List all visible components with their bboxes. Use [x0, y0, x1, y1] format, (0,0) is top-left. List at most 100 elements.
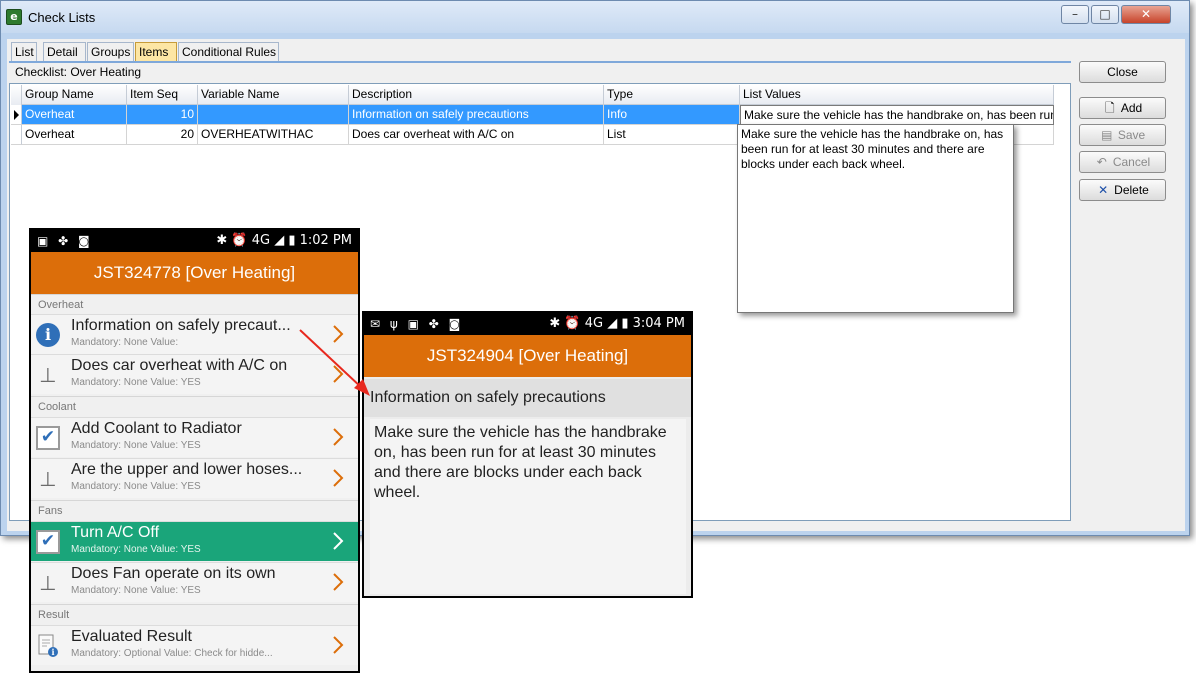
chevron-right-icon — [333, 573, 344, 591]
column-header-item-seq[interactable]: Item Seq — [127, 85, 198, 105]
checklist-label: Checklist: Over Heating — [15, 65, 142, 79]
item-subtitle: Mandatory: None Value: YES — [71, 440, 201, 451]
delete-x-icon: ✕ — [1098, 183, 1109, 197]
chevron-right-icon — [333, 428, 344, 446]
status-notification-icons: ▣ ✤ ◙ — [37, 234, 93, 248]
pin-icon: ⊥ — [39, 363, 57, 387]
cell-list-values-editor[interactable]: Make sure the vehicle has the handbrake … — [740, 105, 1054, 125]
column-header-variable-name[interactable]: Variable Name — [198, 85, 349, 105]
pin-icon: ⊥ — [39, 571, 57, 595]
column-header-description[interactable]: Description — [349, 85, 604, 105]
title-bar[interactable]: e Check Lists – □ ✕ — [1, 1, 1189, 33]
cell-item-seq[interactable]: 20 — [127, 125, 198, 145]
row-selector-header — [11, 85, 22, 105]
app-icon: e — [6, 9, 22, 25]
list-item[interactable]: i Evaluated Result Mandatory: Optional V… — [31, 625, 358, 665]
phone-screen: ✉ ψ ▣ ✤ ◙ ✱ ⏰ 4G ◢ ▮ 3:04 PM JST324904 [… — [364, 313, 691, 596]
column-header-type[interactable]: Type — [604, 85, 740, 105]
cell-group-name[interactable]: Overheat — [22, 125, 127, 145]
section-header-overheat: Overheat — [31, 294, 358, 314]
item-title: Turn A/C Off — [71, 524, 160, 541]
cancel-button[interactable]: ↶ Cancel — [1079, 151, 1166, 173]
list-item[interactable]: ⊥ Does Fan operate on its own Mandatory:… — [31, 562, 358, 602]
info-icon: i — [36, 323, 60, 347]
add-button-label: Add — [1120, 101, 1143, 115]
save-button-label: Save — [1117, 128, 1146, 142]
document-info-icon: i — [38, 634, 58, 657]
list-item[interactable]: ⊥ Are the upper and lower hoses... Manda… — [31, 458, 358, 498]
pin-icon: ⊥ — [39, 467, 57, 491]
cell-group-name[interactable]: Overheat — [22, 105, 127, 125]
item-subtitle: Mandatory: None Value: YES — [71, 481, 201, 492]
item-subtitle: Mandatory: None Value: YES — [71, 585, 201, 596]
app-title-bar: JST324778 [Over Heating] — [31, 252, 358, 294]
save-button[interactable]: ▤ Save — [1079, 124, 1166, 146]
item-heading: Information on safely precautions — [364, 379, 691, 417]
list-item[interactable]: ✔ Turn A/C Off Mandatory: None Value: YE… — [31, 521, 358, 561]
cell-variable-name[interactable] — [198, 105, 349, 125]
checkbox-icon: ✔ — [36, 426, 60, 450]
cell-type[interactable]: List — [604, 125, 740, 145]
status-notification-icons: ✉ ψ ▣ ✤ ◙ — [370, 317, 464, 331]
new-document-icon: 🗋 — [1104, 101, 1115, 115]
column-header-group-name[interactable]: Group Name — [22, 85, 127, 105]
add-button[interactable]: 🗋 Add — [1079, 97, 1166, 119]
close-window-button[interactable]: ✕ — [1121, 5, 1171, 24]
delete-button-label: Delete — [1114, 183, 1149, 197]
item-info-text: Make sure the vehicle has the handbrake … — [370, 419, 686, 594]
chevron-right-icon — [333, 325, 344, 343]
column-header-list-values[interactable]: List Values — [740, 85, 1054, 105]
section-header-fans: Fans — [31, 500, 358, 520]
close-button-label: Close — [1107, 65, 1138, 79]
phone-screen: ▣ ✤ ◙ ✱ ⏰ 4G ◢ ▮ 1:02 PM JST324778 [Over… — [31, 230, 358, 671]
tab-groups[interactable]: Groups — [87, 42, 134, 62]
app-title-bar: JST324904 [Over Heating] — [364, 335, 691, 377]
list-item[interactable]: i Information on safely precaut... Manda… — [31, 314, 358, 354]
cell-item-seq[interactable]: 10 — [127, 105, 198, 125]
floppy-disk-icon: ▤ — [1101, 128, 1113, 142]
tab-conditional-rules[interactable]: Conditional Rules — [178, 42, 279, 62]
item-title: Information on safely precaut... — [71, 317, 291, 334]
chevron-right-icon — [333, 469, 344, 487]
cell-type[interactable]: Info — [604, 105, 740, 125]
chevron-right-icon — [333, 532, 344, 550]
list-item[interactable]: ⊥ Does car overheat with A/C on Mandator… — [31, 354, 358, 394]
close-button[interactable]: Close — [1079, 61, 1166, 83]
cell-variable-name[interactable]: OVERHEATWITHAC — [198, 125, 349, 145]
list-values-popup[interactable]: Make sure the vehicle has the handbrake … — [737, 124, 1014, 313]
window-title: Check Lists — [28, 10, 96, 25]
status-bar: ✉ ψ ▣ ✤ ◙ ✱ ⏰ 4G ◢ ▮ 3:04 PM — [364, 313, 691, 335]
chevron-right-icon — [333, 365, 344, 383]
cell-description[interactable]: Does car overheat with A/C on — [349, 125, 604, 145]
item-subtitle: Mandatory: None Value: YES — [71, 377, 201, 388]
table-row[interactable]: Overheat 10 Information on safely precau… — [11, 105, 1054, 125]
tab-divider — [9, 61, 1071, 63]
list-item[interactable]: ✔ Add Coolant to Radiator Mandatory: Non… — [31, 417, 358, 457]
item-title: Add Coolant to Radiator — [71, 420, 242, 437]
delete-button[interactable]: ✕ Delete — [1079, 179, 1166, 201]
tab-items[interactable]: Items — [135, 42, 177, 62]
row-pointer-cell — [11, 125, 22, 145]
minimize-button[interactable]: – — [1061, 5, 1089, 24]
tab-detail[interactable]: Detail — [43, 42, 86, 62]
item-subtitle: Mandatory: None Value: YES — [71, 544, 201, 555]
chevron-right-icon — [333, 636, 344, 654]
tab-list[interactable]: List — [11, 42, 37, 62]
cell-description[interactable]: Information on safely precautions — [349, 105, 604, 125]
item-title: Does car overheat with A/C on — [71, 357, 288, 374]
checkbox-icon: ✔ — [36, 530, 60, 554]
status-bar: ▣ ✤ ◙ ✱ ⏰ 4G ◢ ▮ 1:02 PM — [31, 230, 358, 252]
section-header-result: Result — [31, 604, 358, 624]
item-title: Does Fan operate on its own — [71, 565, 276, 582]
item-subtitle: Mandatory: None Value: — [71, 337, 179, 348]
current-row-arrow-icon — [14, 110, 19, 120]
svg-text:i: i — [51, 647, 54, 657]
cancel-button-label: Cancel — [1112, 155, 1151, 169]
status-clock: ✱ ⏰ 4G ◢ ▮ 1:02 PM — [216, 233, 352, 248]
maximize-button[interactable]: □ — [1091, 5, 1119, 24]
item-subtitle: Mandatory: Optional Value: Check for hid… — [71, 648, 273, 659]
item-title: Are the upper and lower hoses... — [71, 461, 303, 478]
item-title: Evaluated Result — [71, 628, 192, 645]
section-header-coolant: Coolant — [31, 396, 358, 416]
phone-screenshot-item-detail: ✉ ψ ▣ ✤ ◙ ✱ ⏰ 4G ◢ ▮ 3:04 PM JST324904 [… — [362, 311, 693, 598]
